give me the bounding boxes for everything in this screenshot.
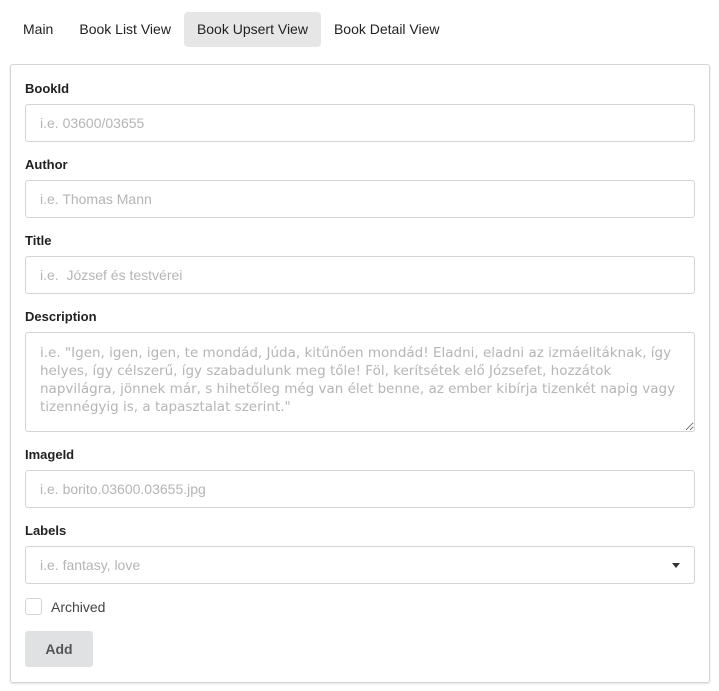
image-id-field-group: ImageId — [25, 447, 695, 508]
author-input[interactable] — [25, 180, 695, 218]
image-id-label: ImageId — [25, 447, 75, 462]
archived-label[interactable]: Archived — [51, 599, 105, 615]
title-input[interactable] — [25, 256, 695, 294]
caret-down-icon — [672, 563, 680, 568]
archived-checkbox[interactable] — [25, 598, 42, 615]
book-id-field-group: BookId — [25, 81, 695, 142]
labels-label: Labels — [25, 523, 67, 538]
labels-select-placeholder: i.e. fantasy, love — [40, 557, 141, 573]
description-textarea[interactable] — [25, 332, 695, 432]
tab-main[interactable]: Main — [10, 12, 66, 47]
author-field-group: Author — [25, 157, 695, 218]
image-id-input[interactable] — [25, 470, 695, 508]
book-id-input[interactable] — [25, 104, 695, 142]
author-label: Author — [25, 157, 68, 172]
archived-checkbox-row: Archived — [25, 598, 105, 615]
description-label: Description — [25, 309, 97, 324]
description-field-group: Description — [25, 309, 695, 432]
tab-book-detail-view[interactable]: Book Detail View — [321, 12, 453, 47]
tab-book-upsert-view[interactable]: Book Upsert View — [183, 12, 321, 47]
title-label: Title — [25, 233, 52, 248]
book-upsert-form: BookId Author Title Description ImageId … — [10, 64, 710, 683]
tab-book-list-view[interactable]: Book List View — [66, 12, 184, 47]
labels-select[interactable]: i.e. fantasy, love — [25, 546, 695, 584]
add-button[interactable]: Add — [25, 631, 93, 667]
labels-field-group: Labels i.e. fantasy, love — [25, 523, 695, 584]
book-id-label: BookId — [25, 81, 70, 96]
title-field-group: Title — [25, 233, 695, 294]
tab-bar: Main Book List View Book Upsert View Boo… — [10, 12, 453, 47]
